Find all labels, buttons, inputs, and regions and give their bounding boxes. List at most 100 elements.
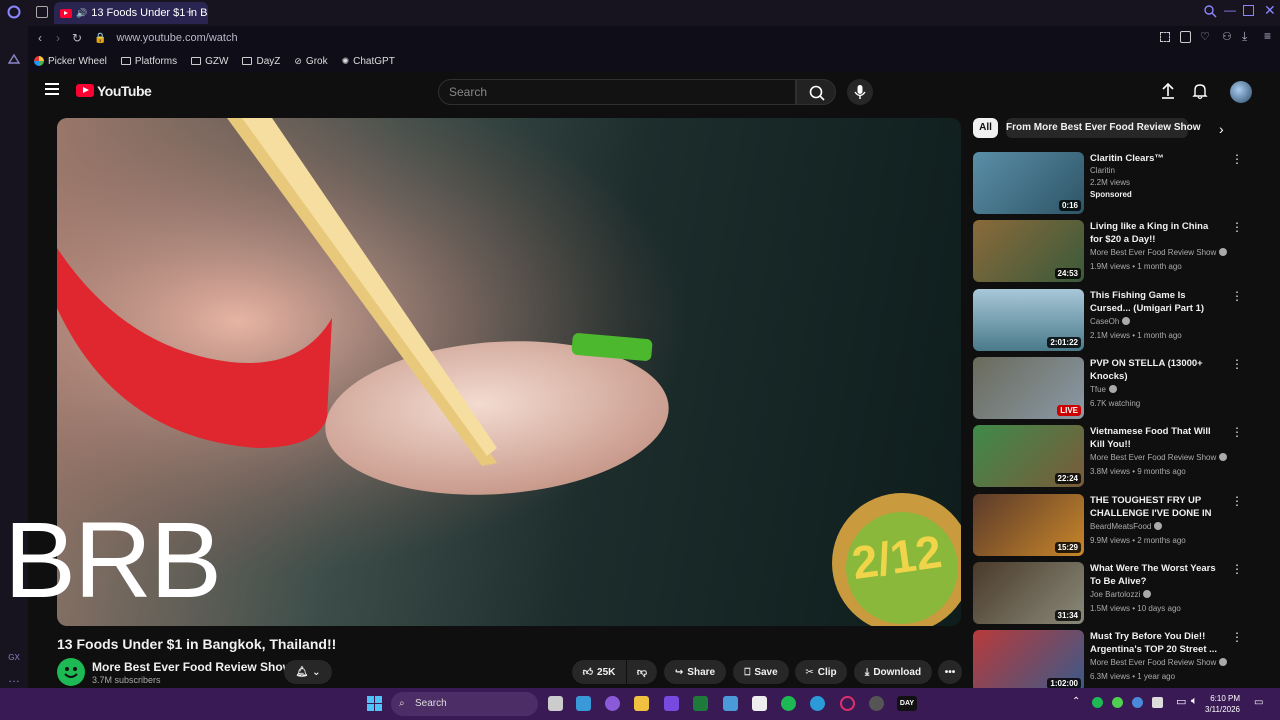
search-input[interactable]: Search (438, 79, 796, 105)
video-thumbnail[interactable]: 2:01:22 (973, 289, 1084, 351)
like-button[interactable]: 👍︎ 25K (572, 660, 626, 684)
notifications-bell-icon[interactable] (1192, 82, 1208, 105)
reload-icon[interactable]: ↻ (72, 31, 82, 45)
recommendation-channel[interactable]: Claritin (1090, 166, 1115, 175)
chip-from-channel[interactable]: From More Best Ever Food Review Show (1006, 118, 1200, 138)
gx-label[interactable]: GX (6, 650, 22, 666)
recommendation-channel[interactable]: BeardMeatsFood (1090, 522, 1163, 531)
profile-icon[interactable]: ⚇ (1222, 30, 1232, 43)
user-avatar[interactable] (1230, 81, 1252, 103)
video-thumbnail[interactable]: 22:24 (973, 425, 1084, 487)
menu-icon[interactable]: ≡ (1264, 29, 1271, 43)
bookmark-grok[interactable]: ⊘ Grok (294, 56, 327, 67)
new-tab-button[interactable]: + (186, 4, 194, 19)
recommendation-channel[interactable]: More Best Ever Food Review Show (1090, 453, 1228, 462)
recommendation-channel[interactable]: CaseOh (1090, 317, 1131, 326)
tray-app-icon[interactable] (1152, 697, 1163, 708)
bookmark-platforms[interactable]: Platforms (120, 56, 177, 67)
start-button[interactable] (367, 696, 382, 711)
capcut-icon[interactable] (752, 696, 767, 711)
recommendation-item[interactable]: 2:01:22 This Fishing Game Is Cursed... (… (973, 289, 1253, 353)
taskbar-clock[interactable]: 6:10 PM 3/11/2026 (1205, 693, 1240, 715)
close-window-icon[interactable]: ✕ (1264, 2, 1276, 19)
hamburger-menu-icon[interactable] (45, 83, 59, 95)
bookmark-dayz[interactable]: DayZ (242, 56, 280, 67)
opera-logo-icon[interactable] (6, 5, 22, 21)
pocket-icon[interactable] (1180, 31, 1191, 43)
more-options-icon[interactable]: ⋮ (1231, 425, 1243, 439)
video-thumbnail[interactable]: 0:16 (973, 152, 1084, 214)
recommendation-item[interactable]: 31:34 What Were The Worst Years To Be Al… (973, 562, 1253, 626)
recommendation-channel[interactable]: More Best Ever Food Review Show (1090, 248, 1228, 257)
tray-app-icon[interactable] (1132, 697, 1143, 708)
more-icon[interactable]: … (6, 670, 22, 686)
recommendation-title[interactable]: Must Try Before You Die!! Argentina's TO… (1090, 630, 1222, 656)
notifications-button[interactable]: 🔔︎ ⌄ (284, 660, 332, 684)
photos-icon[interactable] (576, 696, 591, 711)
voice-search-button[interactable] (847, 79, 873, 105)
more-options-icon[interactable]: ⋮ (1231, 289, 1243, 303)
share-button[interactable]: ↪ Share (664, 660, 726, 684)
tray-spotify-icon[interactable] (1092, 697, 1103, 708)
app-icon[interactable] (605, 696, 620, 711)
youtube-logo[interactable]: YouTube (97, 83, 152, 99)
minimize-icon[interactable]: — (1224, 3, 1236, 17)
channel-name[interactable]: More Best Ever Food Review Show (92, 660, 304, 674)
maximize-icon[interactable] (1243, 5, 1254, 16)
tray-app-icon[interactable] (1112, 697, 1123, 708)
task-view-icon[interactable] (548, 696, 563, 711)
recommendation-item[interactable]: 1:02:00 Must Try Before You Die!! Argent… (973, 630, 1253, 688)
notification-center-icon[interactable]: ▭ (1254, 697, 1263, 708)
recommendation-title[interactable]: PVP ON STELLA (13000+ Knocks) (1090, 357, 1222, 383)
back-icon[interactable]: ‹ (38, 31, 42, 45)
recommendation-channel[interactable]: More Best Ever Food Review Show (1090, 658, 1228, 667)
excel-icon[interactable] (693, 696, 708, 711)
search-tabs-icon[interactable] (1204, 5, 1217, 21)
recommendation-item[interactable]: 15:29 THE TOUGHEST FRY UP CHALLENGE I'VE… (973, 494, 1253, 558)
edge-icon[interactable] (810, 696, 825, 711)
recommendation-title[interactable]: THE TOUGHEST FRY UP CHALLENGE I'VE DONE … (1090, 494, 1222, 520)
more-options-icon[interactable]: ⋮ (1231, 357, 1243, 371)
network-icon[interactable]: ▭ (1176, 695, 1186, 708)
more-options-icon[interactable]: ⋮ (1231, 220, 1243, 234)
save-button[interactable]: ⎕ Save (733, 660, 789, 684)
volume-icon[interactable]: 🔈︎ (1191, 695, 1198, 708)
more-options-icon[interactable]: ⋮ (1231, 152, 1243, 166)
download-button[interactable]: ⤓ Download (854, 660, 932, 684)
forward-icon[interactable]: › (56, 31, 60, 45)
video-thumbnail[interactable]: 24:53 (973, 220, 1084, 282)
recommendation-title[interactable]: Living like a King in China for $20 a Da… (1090, 220, 1222, 246)
channel-avatar[interactable] (57, 658, 85, 686)
opera-gx-icon[interactable] (840, 696, 855, 711)
dayz-icon[interactable]: DAY (897, 696, 917, 711)
more-actions-button[interactable]: ••• (938, 660, 962, 684)
tab-menu-icon[interactable] (36, 6, 48, 18)
download-icon[interactable]: ⤓ (1242, 29, 1247, 44)
chip-all[interactable]: All (973, 118, 998, 138)
taskbar-search[interactable]: ⌕ Search (391, 692, 538, 716)
snapshot-icon[interactable] (1160, 32, 1170, 42)
file-explorer-icon[interactable] (634, 696, 649, 711)
recommendation-item[interactable]: 24:53 Living like a King in China for $2… (973, 220, 1253, 284)
more-options-icon[interactable]: ⋮ (1231, 494, 1243, 508)
more-options-icon[interactable]: ⋮ (1231, 630, 1243, 644)
clip-button[interactable]: ✂ Clip (795, 660, 847, 684)
youtube-logo-icon[interactable] (76, 84, 94, 97)
chevron-up-icon[interactable]: ⌃ (1072, 696, 1080, 707)
recommendation-title[interactable]: What Were The Worst Years To Be Alive? (1090, 562, 1222, 588)
recommendation-item[interactable]: LIVE PVP ON STELLA (13000+ Knocks) Tfue … (973, 357, 1253, 421)
tab-active[interactable]: 🔊 13 Foods Under $1 in Bangkok (54, 2, 208, 24)
chevron-right-icon[interactable]: › (1219, 121, 1224, 137)
upload-icon[interactable] (1160, 82, 1176, 105)
recommendation-item[interactable]: 22:24 Vietnamese Food That Will Kill You… (973, 425, 1253, 489)
recommendation-title[interactable]: This Fishing Game Is Cursed... (Umigari … (1090, 289, 1222, 315)
video-thumbnail[interactable]: 1:02:00 (973, 630, 1084, 688)
steam-icon[interactable] (869, 696, 884, 711)
dislike-button[interactable]: 👎︎ (627, 660, 657, 684)
recommendation-title[interactable]: Claritin Clears™ (1090, 152, 1222, 165)
bookmark-gzw[interactable]: GZW (191, 56, 228, 67)
bookmark-picker-wheel[interactable]: Picker Wheel (34, 56, 107, 67)
url-field[interactable]: www.youtube.com/watch (117, 32, 238, 44)
recommendation-channel[interactable]: Joe Bartolozzi (1090, 590, 1152, 599)
app-grid-icon[interactable] (664, 696, 679, 711)
